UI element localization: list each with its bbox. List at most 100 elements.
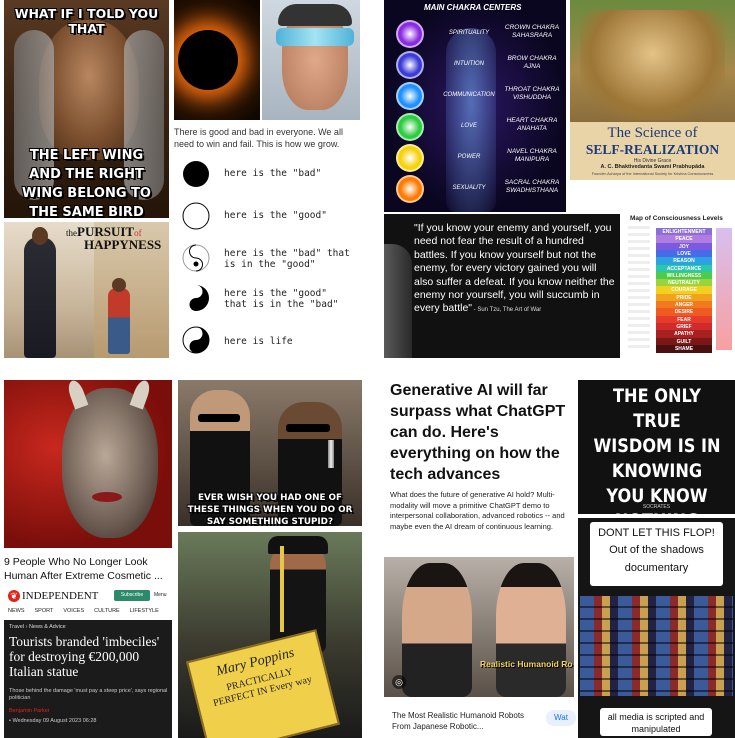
chakra-row: COMMUNICATION THROAT CHAKRA VISHUDDHA — [384, 82, 566, 110]
row-good-in-bad-text: here is the "good" that is in the "bad" — [224, 288, 339, 310]
scripted-caption: all media is scripted and manipulated — [607, 712, 705, 734]
quote-body: "If you know your enemy and yourself, yo… — [414, 222, 615, 315]
generative-ai-article[interactable]: Generative AI will far surpass what Chat… — [384, 380, 574, 555]
chakra-symbol-icon — [396, 51, 424, 79]
socrates-quote: THE ONLY TRUE WISDOM IS IN KNOWING YOU K… — [593, 385, 721, 514]
sun-tzu-quote-text: "If you know your enemy and yourself, yo… — [414, 222, 618, 318]
book-title-line1: The Science of — [607, 125, 698, 141]
consciousness-level: SHAME — [656, 344, 712, 353]
sun-tzu-quote-tile[interactable]: "If you know your enemy and yourself, yo… — [384, 214, 620, 358]
robot-woman-right — [496, 563, 566, 697]
lens-icon[interactable]: ◎ — [392, 675, 406, 689]
half-yinyang-light-icon — [182, 244, 210, 272]
socrates-quote-tile[interactable]: THE ONLY TRUE WISDOM IS IN KNOWING YOU K… — [578, 380, 735, 514]
date-text: Wednesday 09 August 2023 06:28 — [12, 718, 97, 724]
article-title[interactable]: Tourists branded 'imbeciles' for destroy… — [9, 634, 169, 679]
flop-line3: documentary — [624, 562, 689, 574]
father-head — [32, 227, 48, 245]
black-circle-icon — [182, 160, 210, 188]
book-footer: Founder-Acharya of the International Soc… — [591, 172, 714, 176]
good-bad-tile[interactable]: There is good and bad in everyone. We al… — [174, 122, 360, 358]
title-prefix: the — [66, 228, 77, 238]
book-cover-tile[interactable]: The Science of SELF-REALIZATION His Divi… — [570, 0, 735, 180]
independent-brand: INDEPENDENT — [22, 590, 99, 602]
yin-yang-icon — [182, 326, 210, 354]
good-bad-intro: There is good and bad in everyone. We al… — [174, 127, 343, 149]
chakra-quality: POWER — [457, 154, 481, 160]
chakra-tile[interactable]: MAIN CHAKRA CENTERS SPIRITUALITY CROWN CH… — [384, 0, 566, 212]
humanoid-caption[interactable]: The Most Realistic Humanoid Robots From … — [392, 710, 542, 732]
nav-news[interactable]: NEWS — [8, 608, 25, 614]
mary-hat — [268, 536, 328, 554]
chakra-row: SPIRITUALITY CROWN CHAKRA SAHASRARA — [384, 20, 566, 48]
chakra-row: POWER NAVEL CHAKRA MANIPURA — [384, 144, 566, 172]
socrates-attribution: SOCRATES — [642, 504, 671, 510]
subscribe-button[interactable]: Subscribe — [114, 590, 150, 601]
tape-measure — [280, 546, 284, 632]
chakra-symbol-icon — [396, 144, 424, 172]
chakra-quality: LOVE — [460, 123, 477, 129]
video-overlay-text: Realistic Humanoid Ro — [480, 659, 573, 669]
flop-line2: Out of the shadows — [609, 544, 704, 556]
sunglasses-right — [286, 424, 330, 432]
lips — [92, 492, 122, 502]
cosmetic-woman-image[interactable] — [4, 380, 172, 548]
tape-label: Mary Poppins PRACTICALLY PERFECT IN Ever… — [186, 629, 340, 738]
watch-button[interactable]: Wat — [546, 710, 576, 726]
cosmetic-headline[interactable]: 9 People Who No Longer Look Human After … — [4, 556, 174, 583]
chakra-quality: INTUITION — [454, 61, 484, 67]
chakra-row: INTUITION BROW CHAKRA AJNA — [384, 51, 566, 79]
side-scale — [628, 226, 650, 350]
row-good-text: here is the "good" — [224, 210, 327, 221]
row-bad-text: here is the "bad" — [224, 168, 322, 179]
flop-line1: DONT LET THIS FLOP! — [598, 527, 715, 539]
chakra-name: CROWN CHAKRA SAHASRARA — [504, 24, 560, 39]
chakra-name: THROAT CHAKRA VISHUDDHA — [504, 86, 560, 101]
side-arrows — [716, 228, 732, 350]
son-head — [112, 278, 126, 292]
horn-right — [129, 380, 153, 410]
menu-button[interactable]: Menu — [154, 592, 167, 598]
chakra-symbol-icon — [396, 113, 424, 141]
independent-article[interactable]: ❦ INDEPENDENT Subscribe Menu NEWS SPORT VO… — [4, 586, 172, 738]
chakra-name: HEART CHAKRA ANAHATA — [506, 117, 558, 132]
son-figure — [108, 288, 130, 354]
mib-meme-tile[interactable]: EVER WISH YOU HAD ONE OF THESE THINGS WH… — [178, 380, 362, 526]
chakra-title: MAIN CHAKRA CENTERS — [424, 3, 522, 12]
independent-logo-icon: ❦ — [8, 590, 20, 602]
out-of-shadows-tile[interactable]: DONT LET THIS FLOP! Out of the shadows d… — [578, 518, 735, 738]
article-author[interactable]: Benjamin Parker — [9, 708, 50, 714]
gen-ai-headline[interactable]: Generative AI will far surpass what Chat… — [390, 380, 572, 485]
humanoid-video-thumbnail[interactable]: Realistic Humanoid Ro ◎ — [384, 557, 574, 697]
consciousness-map-tile[interactable]: Map of Consciousness Levels ENLIGHTENMEN… — [624, 214, 735, 358]
article-standfirst: Those behind the damage 'must pay a stee… — [9, 688, 168, 701]
article-section[interactable]: Travel › News & Advice — [9, 624, 66, 630]
half-yinyang-dark-icon — [182, 284, 210, 312]
quote-attribution: - Sun Tzu, The Art of War — [472, 307, 542, 314]
book-illustration — [580, 10, 725, 120]
title-happyness: HAPPYNESS — [84, 237, 162, 252]
book-author: A. C. Bhaktivedanta Swami Prabhupāda — [600, 164, 705, 170]
chakra-name: SACRAL CHAKRA SWADHISTHANA — [504, 179, 560, 194]
eclipse-glasses-icon — [276, 28, 354, 46]
eclipse-tile[interactable] — [174, 0, 260, 120]
chief-meme-tile[interactable]: WHAT IF I TOLD YOU THAT THE LEFT WING AN… — [4, 0, 169, 218]
mib-caption: EVER WISH YOU HAD ONE OF THESE THINGS WH… — [187, 493, 353, 526]
nav-lifestyle[interactable]: LIFESTYLE — [130, 608, 159, 614]
father-figure — [24, 237, 56, 358]
neuralyzer-icon — [328, 440, 334, 468]
robot-woman-left — [402, 563, 472, 697]
article-date: • Wednesday 09 August 2023 06:28 — [9, 718, 97, 724]
gen-ai-body: What does the future of generative AI ho… — [390, 490, 565, 531]
nav-culture[interactable]: CULTURE — [94, 608, 120, 614]
nav-sport[interactable]: SPORT — [35, 608, 54, 614]
nav-voices[interactable]: VOICES — [63, 608, 84, 614]
mary-poppins-tile[interactable]: Mary Poppins PRACTICALLY PERFECT IN Ever… — [178, 532, 362, 738]
row-life-text: here is life — [224, 336, 293, 347]
meme-bottom-text: THE LEFT WING AND THE RIGHT WING BELONG … — [22, 148, 151, 218]
sun-tzu-portrait — [384, 244, 412, 358]
chakra-row: LOVE HEART CHAKRA ANAHATA — [384, 113, 566, 141]
row-bad-in-good-text: here is the "bad" that is in the "good" — [224, 248, 350, 270]
pursuit-of-happyness-tile[interactable]: thePURSUITof HAPPYNESS — [4, 222, 169, 358]
eclipse-glasses-tile[interactable] — [262, 0, 360, 120]
